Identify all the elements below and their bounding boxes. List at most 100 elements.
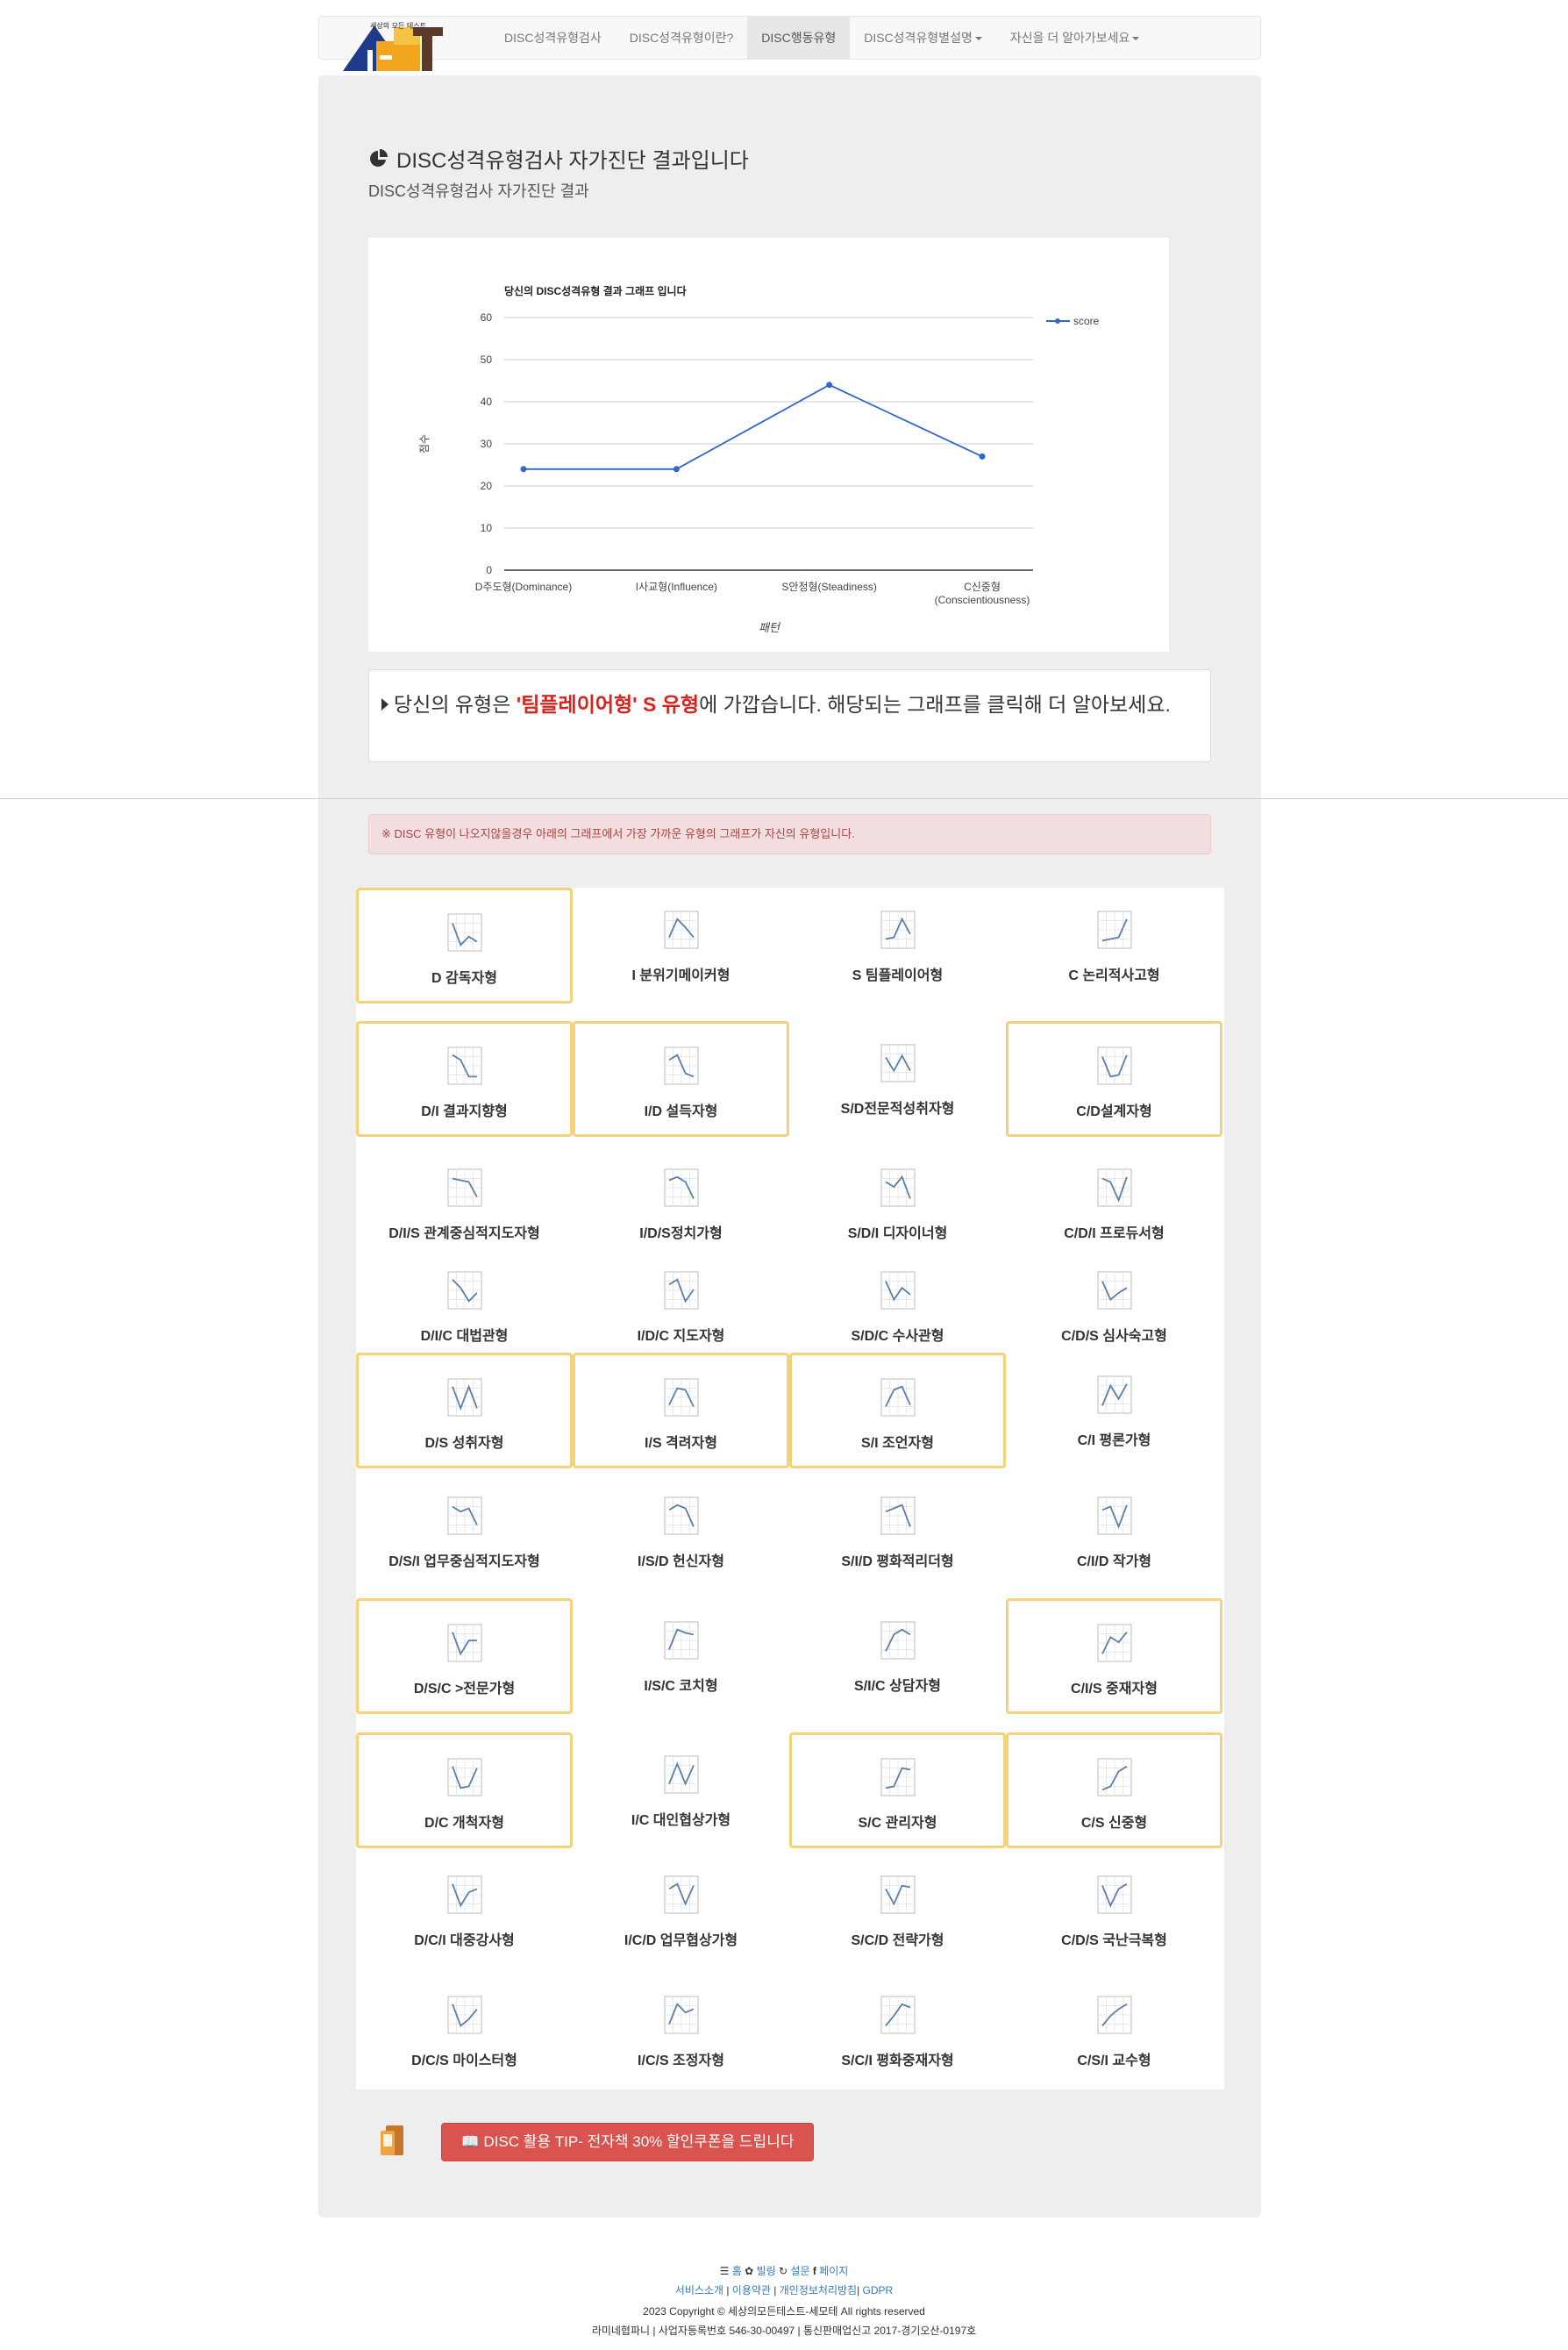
type-graph-icon <box>664 911 698 949</box>
footer-terms-link[interactable]: 이용약관 <box>732 2284 771 2296</box>
disc-type-card[interactable]: C/I/S 중재자형 <box>1006 1598 1222 1714</box>
result-chart[interactable]: 당신의 DISC성격유형 결과 그래프 입니다 점수 패턴 0 10 20 30 40 5… <box>368 238 1169 652</box>
top-navbar: 세상의 모든 테스트 DISC성격유형검사 DISC성격유형이란? DISC행동… <box>318 16 1261 71</box>
type-graph-icon <box>1097 1271 1131 1310</box>
disc-type-card[interactable]: C/D/S 심사숙고형 <box>1006 1248 1222 1364</box>
disc-type-card[interactable]: D/C/S 마이스터형 <box>356 1973 573 2089</box>
type-graph-icon <box>1097 1168 1131 1207</box>
disc-type-label: S/I 조언자형 <box>861 1436 934 1451</box>
disc-type-card[interactable]: S 팀플레이어형 <box>789 888 1006 1004</box>
disc-type-card[interactable]: S/D전문적성취자형 <box>789 1021 1006 1137</box>
nav-item-disc-test[interactable]: DISC성격유형검사 <box>490 17 616 59</box>
nav-item-disc-type-desc[interactable]: DISC성격유형별설명 <box>850 17 996 59</box>
disc-type-card[interactable]: S/I 조언자형 <box>789 1353 1006 1468</box>
disc-type-card[interactable]: C/S 신중형 <box>1006 1732 1222 1848</box>
disc-type-card[interactable]: D/I/C 대법관형 <box>356 1248 573 1364</box>
disc-type-card[interactable]: C/D/I 프로듀서형 <box>1006 1146 1222 1261</box>
footer-survey-link[interactable]: 설문 <box>790 2265 809 2277</box>
disc-type-label: D 감독자형 <box>431 971 497 986</box>
disc-type-label: D/C/S 마이스터형 <box>411 2054 517 2068</box>
type-graph-icon <box>447 913 481 952</box>
type-graph-icon <box>880 1271 915 1310</box>
disc-type-card[interactable]: D/I/S 관계중심적지도자형 <box>356 1146 573 1261</box>
footer-copyright: 2023 Copyright © 세상의모든테스트-세모테 All rights… <box>643 2305 925 2318</box>
disc-type-card[interactable]: I/C 대인협상가형 <box>573 1732 789 1848</box>
disc-type-label: C/I 평론가형 <box>1077 1433 1151 1448</box>
disc-type-card[interactable]: D/C/I 대중강사형 <box>356 1853 573 1968</box>
ebook-icon <box>381 2125 403 2155</box>
disc-type-label: S 팀플레이어형 <box>852 968 944 983</box>
disc-type-card[interactable]: I/C/D 업무협상가형 <box>573 1853 789 1968</box>
disc-type-card[interactable]: D/S 성취자형 <box>356 1353 573 1468</box>
type-graph-icon <box>880 1996 915 2034</box>
disc-tip-button[interactable]: 📖 DISC 활용 TIP- 전자책 30% 할인쿠폰을 드립니다 <box>441 2123 814 2161</box>
disc-type-label: S/D/I 디자이너형 <box>847 1226 948 1241</box>
disc-type-card[interactable]: D 감독자형 <box>356 888 573 1004</box>
footer-page-link[interactable]: 페이지 <box>819 2265 848 2277</box>
disc-type-card[interactable]: I/D/C 지도자형 <box>573 1248 789 1364</box>
disc-type-card[interactable]: C/S/I 교수형 <box>1006 1973 1222 2089</box>
disc-type-label: C/D/I 프로듀서형 <box>1064 1226 1165 1241</box>
type-graph-icon <box>880 1621 915 1660</box>
x-axis-label: 패턴 <box>759 621 781 634</box>
footer-privacy-link[interactable]: 개인정보처리방침 <box>780 2284 857 2296</box>
type-graph-icon <box>664 1875 698 1914</box>
disc-type-card[interactable]: C/I/D 작가형 <box>1006 1474 1222 1589</box>
disc-type-card[interactable]: C/I 평론가형 <box>1006 1353 1222 1468</box>
disc-type-label: I/S/D 헌신자형 <box>638 1554 724 1569</box>
footer-billing-link[interactable]: 빌링 <box>757 2265 776 2277</box>
nav-item-know-yourself[interactable]: 자신을 더 알아가보세요 <box>996 17 1154 59</box>
disc-type-card[interactable]: D/I 결과지향형 <box>356 1021 573 1137</box>
data-point[interactable] <box>826 382 833 389</box>
footer-service-link[interactable]: 서비스소개 <box>675 2284 723 2296</box>
pie-chart-icon <box>370 148 388 167</box>
disc-type-card[interactable]: D/S/I 업무중심적지도자형 <box>356 1474 573 1589</box>
disc-type-label: D/C/I 대중강사형 <box>414 1933 515 1948</box>
disc-type-card[interactable]: S/C/I 평화중재자형 <box>789 1973 1006 2089</box>
y-tick-label: 60 <box>481 311 493 324</box>
disc-type-label: I 분위기메이커형 <box>631 968 731 983</box>
nav-item-disc-behavior[interactable]: DISC행동유형 <box>747 17 851 59</box>
footer-home-link[interactable]: 홈 <box>732 2265 742 2277</box>
nav-menu: DISC성격유형검사 DISC성격유형이란? DISC행동유형 DISC성격유형… <box>490 17 1153 59</box>
footer-links-1: ☰ 홈 ✿ 빌링 ↻ 설문 f 페이지 <box>0 2263 1568 2278</box>
disc-type-label: I/C 대인협상가형 <box>631 1813 731 1828</box>
disc-type-card[interactable]: I/D/S정치가형 <box>573 1146 789 1261</box>
disc-type-card[interactable]: C/D설계자형 <box>1006 1021 1222 1137</box>
disc-type-card[interactable]: I/S/D 헌신자형 <box>573 1474 789 1589</box>
disc-type-card[interactable]: I 분위기메이커형 <box>573 888 789 1004</box>
disc-type-card[interactable]: I/C/S 조정자형 <box>573 1973 789 2089</box>
disc-type-card[interactable]: C 논리적사고형 <box>1006 888 1222 1004</box>
disc-type-card[interactable]: S/I/D 평화적리더형 <box>789 1474 1006 1589</box>
result-type-name[interactable]: '팀플레이어형' S 유형 <box>517 693 699 716</box>
x-tick-label: I사교형(Influence) <box>636 581 717 593</box>
disc-type-card[interactable]: I/D 설득자형 <box>573 1021 789 1137</box>
disc-type-card[interactable]: I/S 격려자형 <box>573 1353 789 1468</box>
disc-type-card[interactable]: S/I/C 상담자형 <box>789 1598 1006 1714</box>
data-point[interactable] <box>979 453 986 460</box>
type-graph-icon <box>447 1996 481 2034</box>
y-tick-label: 30 <box>481 438 493 450</box>
disc-type-label: S/C/I 평화중재자형 <box>841 2054 954 2068</box>
disc-type-card[interactable]: D/S/C >전문가형 <box>356 1598 573 1714</box>
disc-type-card[interactable]: S/D/C 수사관형 <box>789 1248 1006 1364</box>
disc-type-label: S/D전문적성취자형 <box>840 1102 955 1117</box>
disc-type-label: C/S/I 교수형 <box>1077 2054 1151 2068</box>
site-logo[interactable]: 세상의 모든 테스트 <box>341 11 473 75</box>
disc-type-label: I/S/C 코치형 <box>644 1679 718 1694</box>
disc-type-card[interactable]: D/C 개척자형 <box>356 1732 573 1848</box>
data-point[interactable] <box>673 466 680 473</box>
disc-type-card[interactable]: S/C/D 전략가형 <box>789 1853 1006 1968</box>
data-point[interactable] <box>520 466 527 473</box>
disc-type-card[interactable]: S/D/I 디자이너형 <box>789 1146 1006 1261</box>
type-graph-icon <box>447 1168 481 1207</box>
result-message: 당신의 유형은 '팀플레이어형' S 유형에 가깝습니다. 해당되는 그래프를 … <box>368 669 1211 762</box>
disc-type-label: D/I/S 관계중심적지도자형 <box>388 1226 540 1241</box>
type-graph-icon <box>880 1758 915 1796</box>
nav-item-disc-about[interactable]: DISC성격유형이란? <box>616 17 748 59</box>
disc-type-card[interactable]: S/C 관리자형 <box>789 1732 1006 1848</box>
disc-type-card[interactable]: I/S/C 코치형 <box>573 1598 789 1714</box>
caret-down-icon <box>974 37 982 41</box>
footer-gdpr-link[interactable]: GDPR <box>863 2284 894 2296</box>
disc-type-card[interactable]: C/D/S 국난극복형 <box>1006 1853 1222 1968</box>
